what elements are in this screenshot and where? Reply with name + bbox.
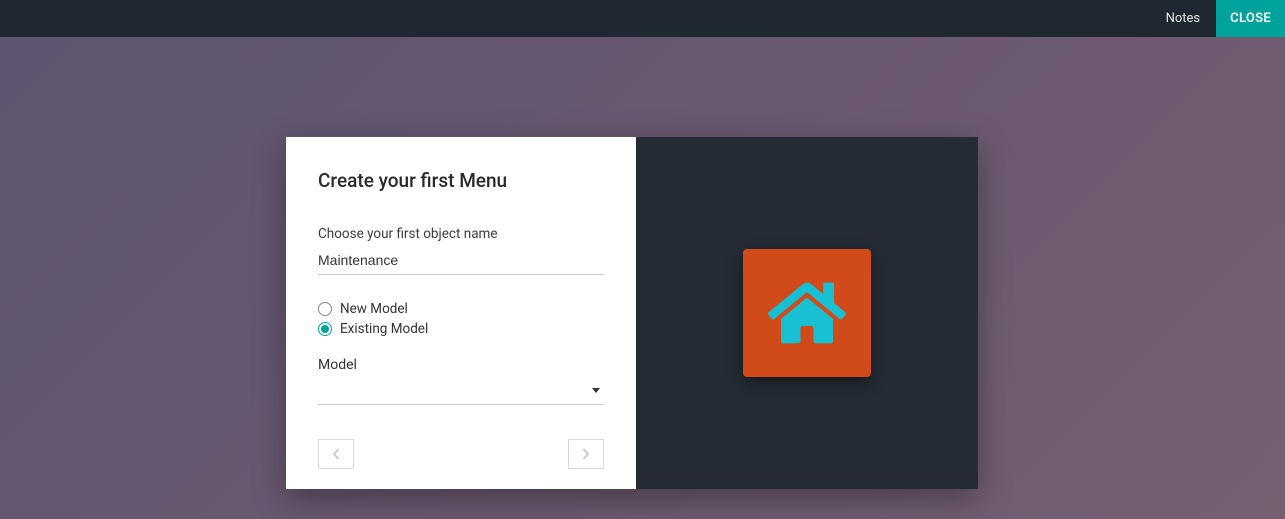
wizard-nav xyxy=(318,439,604,469)
object-name-input[interactable] xyxy=(318,248,604,275)
chevron-right-icon xyxy=(582,448,590,460)
dialog-form-panel: Create your first Menu Choose your first… xyxy=(286,137,636,489)
radio-existing-model[interactable]: Existing Model xyxy=(318,321,604,337)
close-button[interactable]: CLOSE xyxy=(1216,0,1285,37)
dialog-title: Create your first Menu xyxy=(318,169,604,192)
caret-down-icon xyxy=(592,388,600,393)
home-icon xyxy=(768,278,846,348)
radio-circle-selected-icon xyxy=(318,322,332,336)
object-name-label: Choose your first object name xyxy=(318,226,604,242)
radio-new-model[interactable]: New Model xyxy=(318,301,604,317)
next-button[interactable] xyxy=(568,439,604,469)
dialog-preview-panel xyxy=(636,137,978,489)
radio-circle-icon xyxy=(318,302,332,316)
radio-label: Existing Model xyxy=(340,321,428,337)
stage: Create your first Menu Choose your first… xyxy=(0,37,1285,519)
model-field-label: Model xyxy=(318,357,604,373)
chevron-left-icon xyxy=(332,448,340,460)
radio-label: New Model xyxy=(340,301,408,317)
model-select[interactable] xyxy=(318,377,604,405)
model-type-radio-group: New Model Existing Model xyxy=(318,301,604,341)
app-tile-preview xyxy=(743,249,871,377)
wizard-dialog: Create your first Menu Choose your first… xyxy=(286,137,978,489)
top-bar: Notes CLOSE xyxy=(0,0,1285,37)
prev-button[interactable] xyxy=(318,439,354,469)
notes-button[interactable]: Notes xyxy=(1150,0,1217,37)
